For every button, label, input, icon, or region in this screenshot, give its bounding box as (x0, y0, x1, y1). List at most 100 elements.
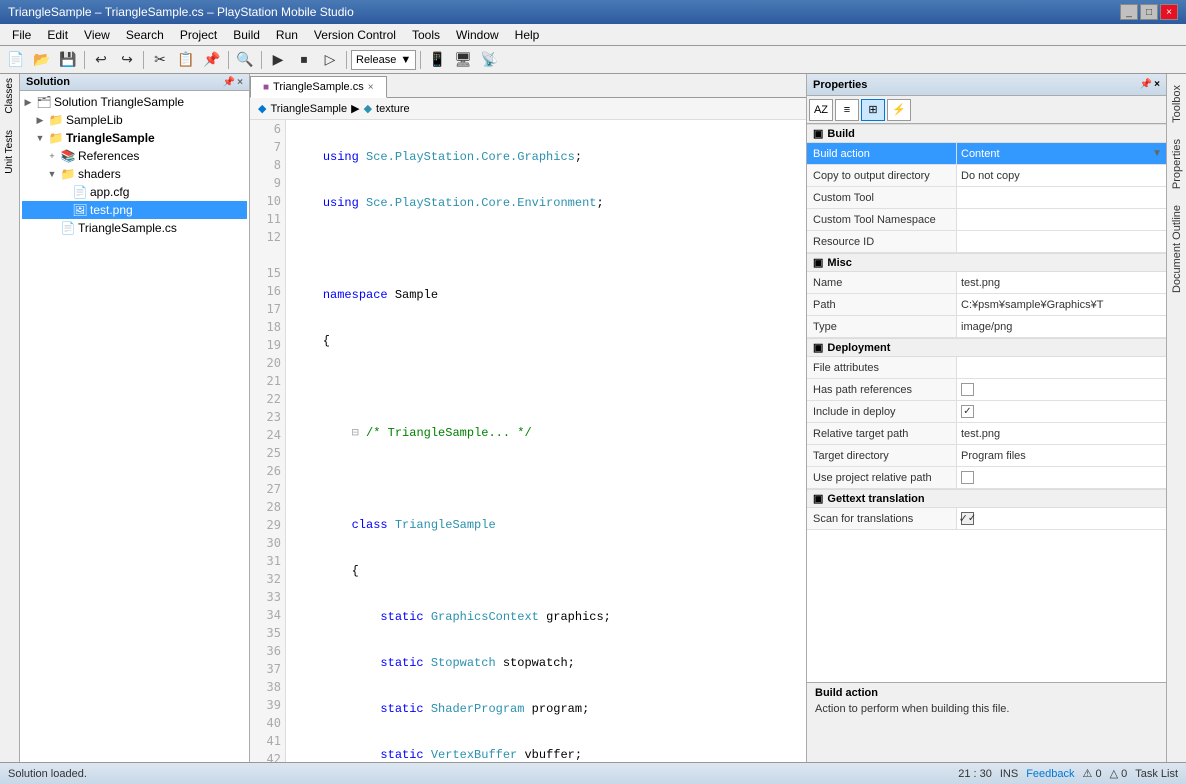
title-bar-controls[interactable]: _ □ × (1120, 4, 1178, 20)
file-attrs-name: File attributes (807, 357, 957, 378)
solution-header-controls[interactable]: 📌 × (223, 77, 243, 88)
prop-row-use-proj-rel[interactable]: Use project relative path (807, 467, 1166, 489)
prop-cat-btn[interactable]: ≡ (835, 99, 859, 121)
stop-btn[interactable]: ⏹ (292, 49, 316, 71)
expand-trianglesample[interactable]: ▼ (34, 133, 46, 143)
prop-grid-btn[interactable]: ⊞ (861, 99, 885, 121)
tree-shaders[interactable]: ▼ 📁 shaders (22, 165, 247, 183)
menu-vcs[interactable]: Version Control (306, 26, 404, 44)
code-content[interactable]: using Sce.PlayStation.Core.Graphics; usi… (286, 120, 806, 762)
menu-edit[interactable]: Edit (39, 26, 76, 44)
gettext-section-header[interactable]: ▣ Gettext translation (807, 489, 1166, 508)
copy-btn[interactable]: 📋 (174, 49, 198, 71)
config-selector[interactable]: Release ▼ (351, 50, 416, 70)
prop-alpha-btn[interactable]: AZ (809, 99, 833, 121)
menu-run[interactable]: Run (268, 26, 306, 44)
has-path-refs-checkbox[interactable] (961, 383, 974, 396)
solution-label: Solution TriangleSample (54, 95, 184, 109)
open-btn[interactable]: 📂 (30, 49, 54, 71)
expand-references[interactable]: + (46, 151, 58, 161)
menu-project[interactable]: Project (172, 26, 225, 44)
tree-solution[interactable]: ▶ 🗂 Solution TriangleSample (22, 93, 247, 111)
tab-close-btn[interactable]: × (368, 82, 374, 93)
expand-shaders[interactable]: ▼ (46, 169, 58, 179)
prop-row-scan-trans[interactable]: Scan for translations ✓ (807, 508, 1166, 530)
prop-row-build-action[interactable]: Build action Content ▼ (807, 143, 1166, 165)
doc-outline-tab[interactable]: Document Outline (1168, 198, 1186, 300)
task-list-btn[interactable]: Task List (1135, 768, 1178, 780)
scan-trans-checkbox[interactable]: ✓ (961, 512, 974, 525)
misc-section-header[interactable]: ▣ Misc (807, 253, 1166, 272)
tree-appcfg[interactable]: ▶ 📄 app.cfg (22, 183, 247, 201)
menu-window[interactable]: Window (448, 26, 507, 44)
prop-row-name[interactable]: Name test.png (807, 272, 1166, 294)
menu-tools[interactable]: Tools (404, 26, 448, 44)
menu-view[interactable]: View (76, 26, 118, 44)
unit-tests-tab[interactable]: Unit Tests (4, 130, 15, 174)
editor-area: ■ TriangleSample.cs × ◆ TriangleSample ▶… (250, 74, 806, 762)
prop-row-has-path-refs[interactable]: Has path references (807, 379, 1166, 401)
close-btn[interactable]: × (1160, 4, 1178, 20)
sim-btn[interactable]: 🖥 (451, 49, 475, 71)
undo-btn[interactable]: ↩ (89, 49, 113, 71)
prop-row-file-attrs[interactable]: File attributes (807, 357, 1166, 379)
classes-tab[interactable]: Classes (4, 78, 15, 114)
menu-build[interactable]: Build (225, 26, 268, 44)
prop-row-target-dir[interactable]: Target directory Program files (807, 445, 1166, 467)
menu-file[interactable]: File (4, 26, 39, 44)
status-right: 21 : 30 INS Feedback ⚠ 0 △ 0 Task List (958, 767, 1178, 780)
prop-row-custom-tool[interactable]: Custom Tool (807, 187, 1166, 209)
find-btn[interactable]: 🔍 (233, 49, 257, 71)
wifi-btn[interactable]: 📡 (477, 49, 501, 71)
feedback-btn[interactable]: Feedback (1026, 768, 1074, 780)
properties-close[interactable]: × (1154, 79, 1160, 90)
tab-trianglesample-cs[interactable]: ■ TriangleSample.cs × (250, 76, 387, 98)
prop-row-type[interactable]: Type image/png (807, 316, 1166, 338)
name-prop-name: Name (807, 272, 957, 293)
tree-trianglesample[interactable]: ▼ 📁 TriangleSample (22, 129, 247, 147)
file-attrs-value (957, 357, 1166, 378)
menu-help[interactable]: Help (507, 26, 548, 44)
title-bar: TriangleSample – TriangleSample.cs – Pla… (0, 0, 1186, 24)
solution-pin-btn[interactable]: 📌 (223, 77, 235, 88)
expand-solution[interactable]: ▶ (22, 97, 34, 108)
paste-btn[interactable]: 📌 (200, 49, 224, 71)
build-action-arrow[interactable]: ▼ (1152, 148, 1162, 159)
build-action-value[interactable]: Content ▼ (957, 143, 1166, 164)
include-deploy-checkbox[interactable] (961, 405, 974, 418)
left-strip: Classes Unit Tests (0, 74, 20, 762)
prop-event-btn[interactable]: ⚡ (887, 99, 911, 121)
tree-testpng[interactable]: ▶ 🖼 test.png (22, 201, 247, 219)
new-btn[interactable]: 📄 (4, 49, 28, 71)
prop-row-copy-output[interactable]: Copy to output directory Do not copy (807, 165, 1166, 187)
minimize-btn[interactable]: _ (1120, 4, 1138, 20)
expand-samplelib[interactable]: ▶ (34, 115, 46, 126)
menu-search[interactable]: Search (118, 26, 172, 44)
prop-row-custom-tool-ns[interactable]: Custom Tool Namespace (807, 209, 1166, 231)
save-btn[interactable]: 💾 (56, 49, 80, 71)
build-section-header[interactable]: ▣ Build (807, 124, 1166, 143)
cursor-position: 21 : 30 (958, 768, 992, 780)
device-btn[interactable]: 📱 (425, 49, 449, 71)
maximize-btn[interactable]: □ (1140, 4, 1158, 20)
properties-side-tab[interactable]: Properties (1168, 132, 1186, 196)
build-btn[interactable]: ▶ (266, 49, 290, 71)
prop-row-rel-target[interactable]: Relative target path test.png (807, 423, 1166, 445)
properties-pin[interactable]: 📌 (1140, 79, 1152, 90)
tree-references[interactable]: + 📚 References (22, 147, 247, 165)
use-proj-rel-checkbox[interactable] (961, 471, 974, 484)
prop-row-resource-id[interactable]: Resource ID (807, 231, 1166, 253)
run-btn[interactable]: ▷ (318, 49, 342, 71)
toolbox-tab[interactable]: Toolbox (1168, 78, 1186, 130)
tree-trianglesample-cs[interactable]: ▶ 📄 TriangleSample.cs (22, 219, 247, 237)
redo-btn[interactable]: ↪ (115, 49, 139, 71)
collapse-12[interactable]: ⊟ (352, 426, 359, 440)
prop-row-path[interactable]: Path C:¥psm¥sample¥Graphics¥T (807, 294, 1166, 316)
testpng-label: test.png (90, 203, 133, 217)
prop-row-include-deploy[interactable]: Include in deploy (807, 401, 1166, 423)
deployment-section-header[interactable]: ▣ Deployment (807, 338, 1166, 357)
build-action-name: Build action (807, 143, 957, 164)
solution-close-btn[interactable]: × (237, 77, 243, 88)
cut-btn[interactable]: ✂ (148, 49, 172, 71)
tree-samplelib[interactable]: ▶ 📁 SampleLib (22, 111, 247, 129)
